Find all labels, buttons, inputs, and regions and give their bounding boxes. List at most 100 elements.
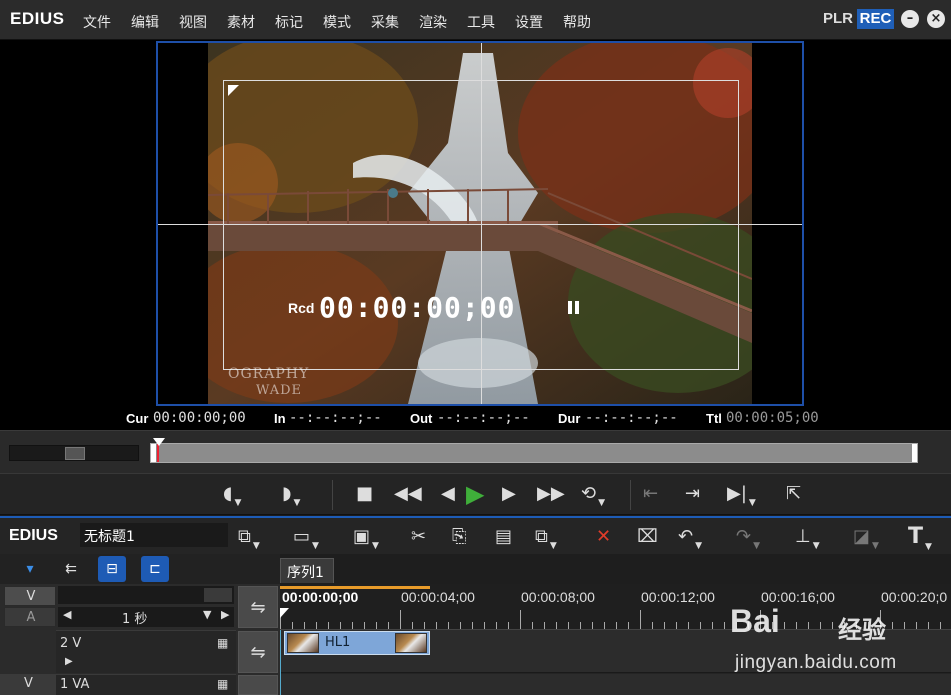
video-patch-cell[interactable]: V	[4, 586, 56, 606]
set-in-button[interactable]: ◖ ▼	[223, 482, 241, 508]
chevron-down-icon: ▼	[872, 541, 879, 551]
scissors-icon: ✂	[411, 526, 427, 547]
scrub-in-handle[interactable]	[151, 444, 156, 462]
project-name[interactable]: 无标题1	[80, 523, 228, 547]
plr-toggle[interactable]: PLR	[823, 10, 853, 27]
patch-swap-button[interactable]: ⇋	[238, 586, 278, 628]
menu-capture[interactable]: 采集	[371, 12, 399, 32]
film-icon[interactable]: ▦	[217, 636, 228, 650]
ripple-delete-button[interactable]: ⌧	[637, 525, 658, 549]
scrub-playhead-icon[interactable]	[153, 438, 165, 446]
timeline-clip[interactable]: HL1	[284, 631, 430, 655]
fast-forward-button[interactable]: ▶▶	[537, 482, 565, 506]
ruler-mark: 00:00:20;0	[881, 589, 948, 605]
delete-button[interactable]: ✕	[596, 525, 611, 549]
track-2v-header[interactable]: 2 V ▦ ▶	[56, 630, 236, 673]
set-out-button[interactable]: ◗ ▼	[282, 482, 301, 508]
track-1va-header[interactable]: 1 VA ▦	[56, 674, 236, 695]
timeline-playhead-icon[interactable]	[280, 608, 289, 618]
layouter-button[interactable]: ◪ ▼	[853, 525, 879, 551]
step-forward-button[interactable]: ▶	[502, 482, 516, 506]
jog-slider[interactable]	[9, 445, 139, 461]
loop-button[interactable]: ⟲ ▼	[581, 482, 605, 508]
copy-button[interactable]: ⎘	[452, 525, 466, 549]
undo-button[interactable]: ↶ ▼	[678, 525, 703, 551]
set-default-track-button[interactable]: ▾	[16, 556, 44, 582]
jog-slider-knob[interactable]	[65, 447, 85, 460]
play-icon: ▶	[466, 480, 485, 508]
scrub-playhead-line	[157, 444, 159, 462]
insert-to-timeline-button[interactable]: ⇤	[643, 482, 658, 506]
track-1va-lane[interactable]	[280, 674, 951, 695]
video-patch-label: V	[26, 589, 36, 604]
chevron-left-icon: ◀	[63, 608, 72, 621]
timeline-zoom-slider-knob[interactable]	[204, 588, 232, 602]
chevron-right-icon: ▶	[221, 608, 230, 621]
in-timecode: --:--:--;--	[289, 410, 382, 426]
timeline-playhead-line	[280, 630, 281, 695]
step-forward-icon: ▶	[502, 483, 516, 504]
app-logo: EDIUS	[10, 9, 65, 28]
menu-clip[interactable]: 素材	[227, 12, 255, 32]
menu-settings[interactable]: 设置	[515, 12, 543, 32]
save-button[interactable]: ▣ ▼	[353, 525, 379, 551]
delete-x-icon: ✕	[596, 526, 612, 547]
timeline-zoom-slider[interactable]	[58, 586, 234, 604]
in-point-corner-marker	[228, 85, 239, 96]
match-frame-icon: ▶|	[727, 483, 747, 504]
scrub-out-handle[interactable]	[912, 444, 917, 462]
position-slider[interactable]	[150, 438, 918, 463]
film-icon[interactable]: ▦	[217, 677, 228, 691]
tab-sequence1[interactable]: 序列1	[280, 558, 334, 583]
chevron-down-icon: ▼	[753, 541, 761, 551]
title-button[interactable]: T ▼	[908, 525, 932, 553]
track-2v-swap-button[interactable]: ⇋	[238, 631, 278, 673]
chevron-down-icon: ▼	[293, 498, 301, 508]
track-2v-patch[interactable]	[0, 630, 56, 673]
open-project-button[interactable]: ▭ ▼	[293, 525, 319, 551]
audio-patch-cell[interactable]: A	[4, 607, 56, 627]
play-button[interactable]: ▶	[466, 482, 484, 506]
paste-button[interactable]: ▤	[495, 525, 512, 549]
rec-toggle[interactable]: REC	[857, 9, 894, 29]
cur-label: Cur	[126, 411, 149, 426]
dur-label: Dur	[558, 411, 581, 426]
ruler-mark: 00:00:04;00	[401, 589, 475, 605]
menu-render[interactable]: 渲染	[419, 12, 447, 32]
rewind-icon: ◀◀	[394, 483, 422, 504]
menu-file[interactable]: 文件	[83, 12, 111, 32]
rewind-button[interactable]: ◀◀	[394, 482, 422, 506]
close-icon[interactable]: ×	[927, 10, 945, 28]
cut-button[interactable]: ✂	[411, 525, 426, 549]
insert-mode-icon: ⇇	[65, 561, 77, 577]
in-point-icon: ◖	[223, 483, 233, 504]
overwrite-to-timeline-button[interactable]: ⇥	[685, 482, 700, 506]
match-frame-button[interactable]: ▶| ▼	[727, 482, 756, 508]
menu-edit[interactable]: 编辑	[131, 12, 159, 32]
track-1va-patch[interactable]: V	[0, 674, 56, 695]
stop-button[interactable]: ■	[356, 482, 373, 506]
scale-select[interactable]: ◀ 1 秒 ▼ ▶	[58, 607, 234, 627]
minimize-icon[interactable]: –	[901, 10, 919, 28]
menu-mode[interactable]: 模式	[323, 12, 351, 32]
paste-insert-icon: ⧉	[535, 526, 548, 547]
insert-mode-button[interactable]: ⇇	[57, 556, 85, 582]
export-button[interactable]: ⇱	[786, 482, 801, 506]
snap-toggle-button[interactable]: ⊏	[141, 556, 169, 582]
redo-button[interactable]: ↷ ▼	[736, 525, 761, 551]
swap-icon: ⇋	[250, 642, 266, 663]
menu-view[interactable]: 视图	[179, 12, 207, 32]
menu-help[interactable]: 帮助	[563, 12, 591, 32]
chevron-down-icon: ▼	[695, 541, 703, 551]
new-sequence-button[interactable]: ⧉ ▼	[238, 525, 260, 551]
track-1va-swap-button[interactable]	[238, 675, 278, 695]
step-back-button[interactable]: ◀	[441, 482, 455, 506]
paste-insert-button[interactable]: ⧉ ▼	[535, 525, 557, 551]
sync-lock-button[interactable]: ⊟	[98, 556, 126, 582]
center-guide-horizontal	[158, 224, 802, 225]
menu-marker[interactable]: 标记	[275, 12, 303, 32]
marker-icon: ⊥	[795, 526, 811, 547]
add-marker-button[interactable]: ⊥ ▼	[795, 525, 820, 551]
expand-track-icon[interactable]: ▶	[65, 656, 73, 667]
menu-tools[interactable]: 工具	[467, 12, 495, 32]
